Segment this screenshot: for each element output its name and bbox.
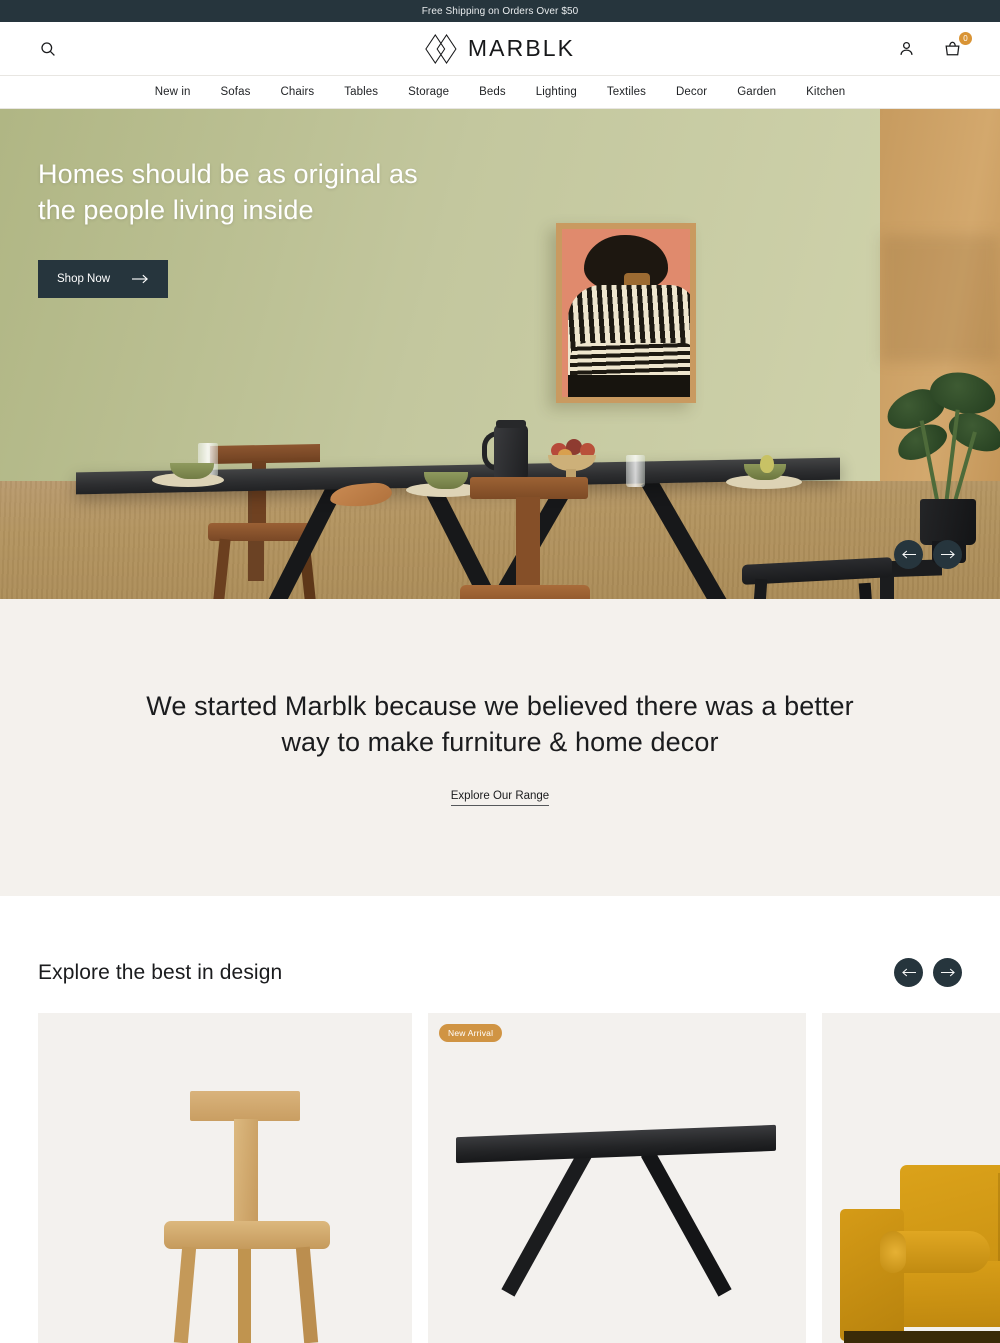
diamond-logo-icon [425,33,457,64]
nav-item-beds[interactable]: Beds [464,86,521,98]
header-left-group [34,35,62,63]
oak-chair-post [234,1119,258,1229]
cart-count-badge: 0 [959,31,972,45]
logo[interactable]: MARBLK [425,33,576,64]
product-card[interactable]: New Arrival [428,1013,806,1343]
hero-next-button[interactable] [933,540,962,569]
search-icon[interactable] [34,35,62,63]
sofa-bolster-end [880,1231,906,1273]
oak-chair-leg [238,1247,251,1343]
hero-prev-button[interactable] [894,540,923,569]
arrow-right-icon [940,550,955,559]
shopping-bag-icon[interactable]: 0 [938,31,972,63]
framed-artwork [556,223,696,403]
nav-item-lighting[interactable]: Lighting [521,86,592,98]
nav-item-tables[interactable]: Tables [329,86,393,98]
primary-navigation: New in Sofas Chairs Tables Storage Beds … [0,76,1000,109]
black-table-leg [640,1149,732,1297]
oak-chair-leg [173,1246,197,1343]
nav-item-chairs[interactable]: Chairs [265,86,329,98]
announcement-text: Free Shipping on Orders Over $50 [421,5,579,17]
arrow-left-icon [901,550,916,559]
user-account-icon[interactable] [892,35,920,63]
nav-item-storage[interactable]: Storage [393,86,464,98]
hero-content: Homes should be as original as the peopl… [0,109,520,599]
products-prev-button[interactable] [894,958,923,987]
oak-chair-seat [164,1221,330,1249]
product-carousel-controls [894,958,962,987]
product-image-oak-chair [190,1091,300,1121]
product-card[interactable] [822,1013,1000,1343]
nav-item-kitchen[interactable]: Kitchen [791,86,860,98]
product-carousel-track[interactable]: New Arrival [0,987,1000,1343]
plant-pot [920,499,976,545]
announcement-bar: Free Shipping on Orders Over $50 [0,0,1000,22]
hero-carousel-controls [894,540,962,569]
arrow-left-icon [901,968,916,977]
product-image-black-table [456,1124,776,1164]
products-next-button[interactable] [933,958,962,987]
mission-section: We started Marblk because we believed th… [0,599,1000,896]
sofa-arm [840,1209,904,1341]
nav-item-new-in[interactable]: New in [140,86,206,98]
header-right-group: 0 [892,31,972,63]
site-header: MARBLK 0 [0,22,1000,76]
nav-item-garden[interactable]: Garden [722,86,791,98]
product-card[interactable] [38,1013,412,1343]
arrow-right-icon [940,968,955,977]
shop-now-button[interactable]: Shop Now [38,260,169,299]
hero-heading: Homes should be as original as the peopl… [38,159,418,225]
black-table-leg [501,1149,593,1297]
nav-item-sofas[interactable]: Sofas [206,86,266,98]
product-section-title: Explore the best in design [38,960,283,984]
sofa-base [844,1331,1000,1343]
pear [760,455,774,473]
product-carousel-section: Explore the best in design New Arrival [0,896,1000,1343]
hero-banner: Homes should be as original as the peopl… [0,109,1000,599]
oak-chair-leg [295,1246,319,1343]
arrow-right-icon [132,275,149,284]
new-arrival-badge: New Arrival [439,1024,503,1042]
logo-text: MARBLK [467,35,576,61]
nav-item-decor[interactable]: Decor [661,86,722,98]
drinking-glass [626,455,645,487]
mission-heading: We started Marblk because we believed th… [146,690,854,757]
product-section-header: Explore the best in design [0,958,1000,987]
shop-now-label: Shop Now [57,273,111,286]
nav-item-textiles[interactable]: Textiles [592,86,661,98]
explore-our-range-link[interactable]: Explore Our Range [450,790,550,807]
